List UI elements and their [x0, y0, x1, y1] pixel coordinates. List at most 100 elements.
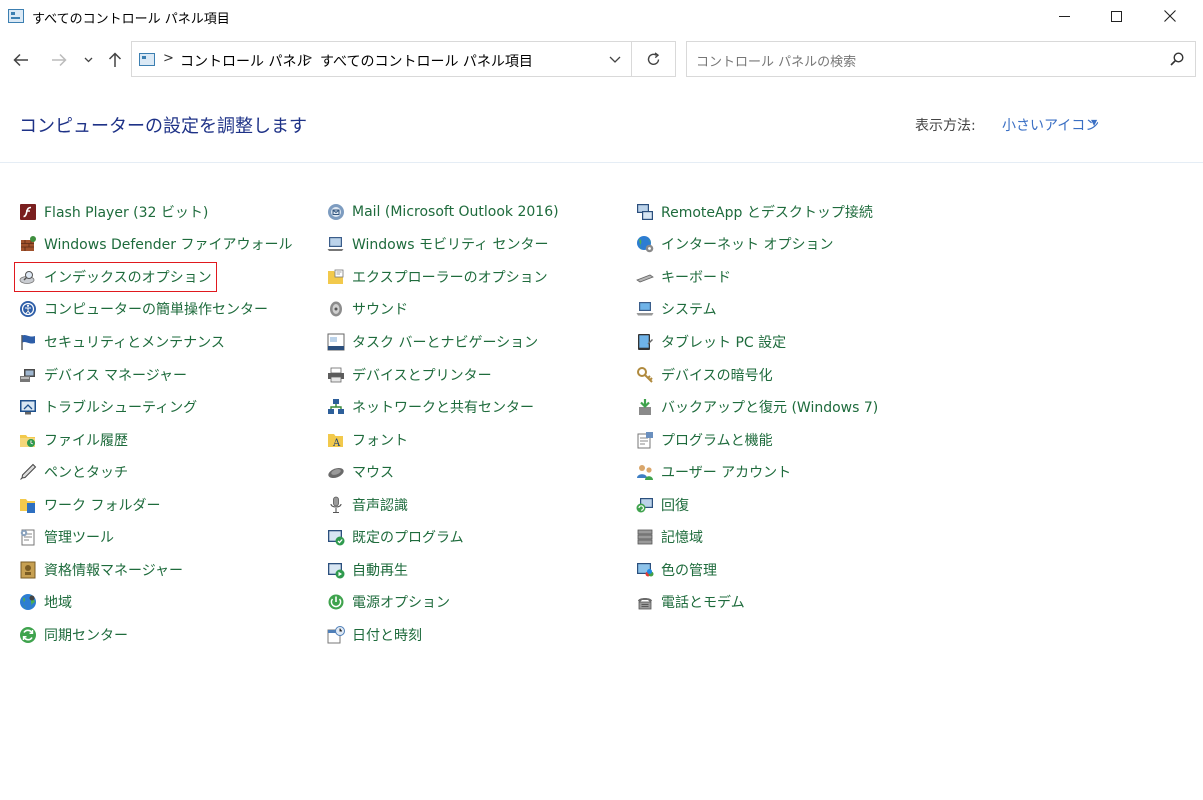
cp-item-label: RemoteApp とデスクトップ接続 [661, 205, 873, 221]
cp-item-remoteapp[interactable]: RemoteApp とデスクトップ接続 [636, 201, 873, 223]
cp-item-flash-player[interactable]: Flash Player (32 ビット) [19, 201, 208, 223]
cp-item-power-options[interactable]: 電源オプション [327, 591, 450, 613]
view-by-dropdown[interactable]: 小さいアイコン [1002, 115, 1099, 135]
cp-item-label: 回復 [661, 498, 689, 514]
recent-locations-button[interactable] [80, 48, 96, 72]
cp-item-label: 記憶域 [661, 530, 703, 546]
cp-item-label: タスク バーとナビゲーション [352, 335, 539, 351]
search-input[interactable]: コントロール パネルの検索 [686, 41, 1196, 77]
cp-item-label: デバイスの暗号化 [661, 368, 773, 384]
cp-item-label: ユーザー アカウント [661, 465, 792, 481]
cp-item-label: マウス [352, 465, 394, 481]
breadcrumb-all-items[interactable]: すべてのコントロール パネル項目 [320, 51, 533, 71]
cp-item-sound[interactable]: サウンド [327, 298, 408, 320]
autoplay-icon [328, 563, 345, 579]
cp-item-mail[interactable]: Mail (Microsoft Outlook 2016) [327, 201, 559, 223]
cp-item-label: フォント [352, 433, 408, 449]
recovery-icon [636, 498, 653, 513]
cp-item-devices-printers[interactable]: デバイスとプリンター [327, 364, 492, 386]
cp-item-ease-of-access[interactable]: コンピューターの簡単操作センター [19, 298, 268, 320]
storage-spaces-icon [637, 529, 653, 545]
forward-button[interactable] [46, 48, 72, 72]
ease-of-access-icon [20, 301, 36, 317]
cp-item-keyboard[interactable]: キーボード [636, 266, 731, 288]
flash-player-icon [20, 204, 36, 220]
up-button[interactable] [102, 48, 128, 72]
cp-item-region[interactable]: 地域 [19, 591, 72, 613]
network-icon [328, 399, 344, 414]
svg-text:A: A [332, 438, 341, 449]
taskbar-icon [327, 333, 345, 351]
cp-item-storage-spaces[interactable]: 記憶域 [636, 526, 703, 548]
cp-item-label: Flash Player (32 ビット) [44, 205, 209, 221]
cp-item-troubleshooting[interactable]: トラブルシューティング [19, 396, 197, 418]
cp-item-system[interactable]: システム [636, 298, 717, 320]
cp-item-backup-restore[interactable]: バックアップと復元 (Windows 7) [636, 396, 878, 418]
cp-item-label: 自動再生 [352, 563, 408, 579]
calendar-clock-icon [327, 626, 345, 644]
minimize-button[interactable] [1041, 0, 1087, 32]
chevron-down-icon [84, 57, 92, 63]
power-options-icon [328, 594, 344, 610]
back-button[interactable] [8, 48, 34, 72]
cp-item-speech-recognition[interactable]: 音声認識 [327, 494, 408, 516]
breadcrumb-control-panel[interactable]: コントロール パネル [180, 51, 310, 71]
system-laptop-icon [636, 302, 654, 316]
cp-item-label: 管理ツール [44, 530, 114, 546]
region-globe-icon [20, 594, 36, 610]
file-history-icon [20, 435, 35, 447]
cp-item-sync-center[interactable]: 同期センター [19, 624, 128, 646]
address-bar[interactable]: > コントロール パネル > すべてのコントロール パネル項目 [131, 41, 632, 77]
address-history-dropdown[interactable] [605, 50, 625, 68]
cp-item-device-encryption[interactable]: デバイスの暗号化 [636, 364, 773, 386]
cp-item-color-management[interactable]: 色の管理 [636, 559, 717, 581]
mobility-center-icon [327, 237, 344, 251]
breadcrumb-separator: > [163, 51, 174, 66]
cp-item-device-manager[interactable]: デバイス マネージャー [19, 364, 187, 386]
mail-icon [328, 204, 344, 220]
cp-item-user-accounts[interactable]: ユーザー アカウント [636, 461, 791, 483]
cp-item-work-folders[interactable]: ワーク フォルダー [19, 494, 160, 516]
cp-item-default-programs[interactable]: 既定のプログラム [327, 526, 464, 548]
cp-item-mouse[interactable]: マウス [327, 461, 394, 483]
cp-item-mobility-center[interactable]: Windows モビリティ センター [327, 233, 549, 255]
cp-item-fonts[interactable]: A フォント [327, 429, 408, 451]
cp-item-pen-touch[interactable]: ペンとタッチ [19, 461, 128, 483]
cp-item-programs-features[interactable]: プログラムと機能 [636, 429, 773, 451]
cp-item-label: 音声認識 [352, 498, 408, 514]
cp-item-label: 電源オプション [352, 595, 450, 611]
cp-item-label: ファイル履歴 [44, 433, 128, 449]
cp-item-taskbar-navigation[interactable]: タスク バーとナビゲーション [327, 331, 538, 353]
cp-item-label: ワーク フォルダー [44, 498, 161, 514]
cp-item-label: 既定のプログラム [352, 530, 464, 546]
cp-item-label: タブレット PC 設定 [661, 335, 787, 351]
cp-item-network-sharing[interactable]: ネットワークと共有センター [327, 396, 534, 418]
phone-modem-icon [638, 598, 652, 610]
cp-item-date-time[interactable]: 日付と時刻 [327, 624, 422, 646]
refresh-button[interactable] [632, 41, 676, 77]
cp-item-tablet-pc[interactable]: タブレット PC 設定 [636, 331, 786, 353]
cp-item-indexing-options[interactable]: インデックスのオプション [14, 262, 217, 292]
cp-item-credential-manager[interactable]: 資格情報マネージャー [19, 559, 183, 581]
remote-desktop-icon [637, 204, 653, 220]
close-button[interactable] [1147, 0, 1193, 32]
cp-item-windows-defender-firewall[interactable]: Windows Defender ファイアウォール [19, 233, 292, 255]
cp-item-explorer-options[interactable]: エクスプローラーのオプション [327, 266, 548, 288]
window-title: すべてのコントロール パネル項目 [32, 12, 230, 27]
cp-item-label: インデックスのオプション [44, 270, 212, 286]
cp-item-admin-tools[interactable]: 管理ツール [19, 526, 114, 548]
control-panel-icon [8, 9, 24, 23]
printer-icon [328, 367, 344, 383]
cp-item-label: デバイス マネージャー [44, 368, 188, 384]
view-dropdown-arrow-icon[interactable]: ▼ [1091, 118, 1097, 127]
cp-item-autoplay[interactable]: 自動再生 [327, 559, 408, 581]
refresh-icon [647, 51, 660, 65]
programs-features-icon [637, 432, 653, 449]
cp-item-recovery[interactable]: 回復 [636, 494, 689, 516]
cp-item-phone-modem[interactable]: 電話とモデム [636, 591, 745, 613]
speaker-icon [330, 301, 342, 317]
cp-item-security-maintenance[interactable]: セキュリティとメンテナンス [19, 331, 225, 353]
maximize-button[interactable] [1093, 0, 1139, 32]
cp-item-internet-options[interactable]: インターネット オプション [636, 233, 833, 255]
cp-item-file-history[interactable]: ファイル履歴 [19, 429, 128, 451]
